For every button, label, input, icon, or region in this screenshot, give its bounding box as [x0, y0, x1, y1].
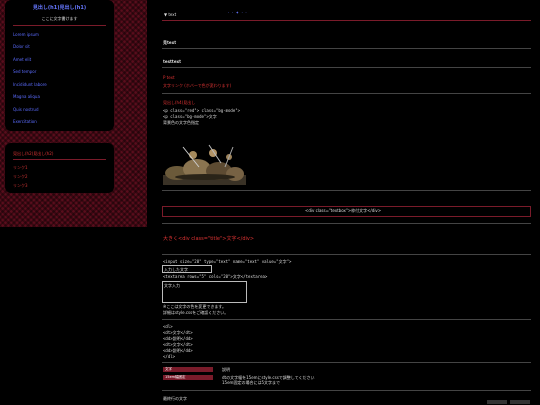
- header-rule: [162, 20, 531, 21]
- dl-code-line: </dl>: [163, 354, 176, 359]
- text-box-content: <div class="textbox">枠付文字</div>: [305, 208, 382, 213]
- code-line: <p class="red"> class="bg-mode">: [163, 108, 241, 113]
- divider: [162, 93, 531, 94]
- red-text: P text: [163, 75, 175, 80]
- scroll-top-button[interactable]: [510, 400, 530, 404]
- table-value: 説明: [222, 367, 230, 372]
- textarea[interactable]: 文字入力: [162, 281, 247, 303]
- table-value: dtの文字幅を15emにstyle.cssで調整してください 15em固定の場合…: [222, 375, 315, 385]
- divider: [162, 190, 531, 191]
- footer-note: 最終行の文字: [163, 396, 187, 401]
- sparkle-icon: · · ✦ · ·: [228, 10, 247, 15]
- form-code-line: <textarea rows="5" cols="20">文字</textare…: [163, 274, 268, 279]
- breadcrumb[interactable]: ▼ text: [164, 12, 176, 17]
- divider: [162, 254, 531, 255]
- divider: [162, 390, 531, 391]
- text-input[interactable]: 入力した文字: [162, 265, 212, 273]
- scroll-top-button[interactable]: [487, 400, 507, 404]
- heading-2: testtext: [163, 59, 182, 64]
- table-label: 15em幅固定: [163, 375, 213, 380]
- heading-1: 見text: [163, 40, 177, 45]
- title-text: 大きく<div class="title">文字</div>: [163, 236, 255, 242]
- textarea-value: 文字入力: [164, 283, 180, 288]
- battle-image: [163, 141, 246, 185]
- table-label: 文字: [163, 367, 213, 372]
- code-caption: 背景色の文字色指定: [163, 120, 199, 125]
- dl-code-line: <dl>: [163, 324, 173, 329]
- divider: [162, 67, 531, 68]
- input-value: 入力した文字: [164, 267, 188, 272]
- divider: [162, 319, 531, 320]
- section-heading: 見出し(h4)見出し: [163, 100, 196, 105]
- divider: [162, 362, 531, 363]
- divider: [162, 223, 531, 224]
- divider: [162, 48, 531, 49]
- main-content: ▼ text · · ✦ · · 見text testtext P text 文…: [0, 0, 540, 405]
- text-link[interactable]: 文字リンク (ホバーで色が変わります): [163, 83, 231, 89]
- note-text: 詳細はstyle.cssをご確認ください。: [163, 310, 229, 315]
